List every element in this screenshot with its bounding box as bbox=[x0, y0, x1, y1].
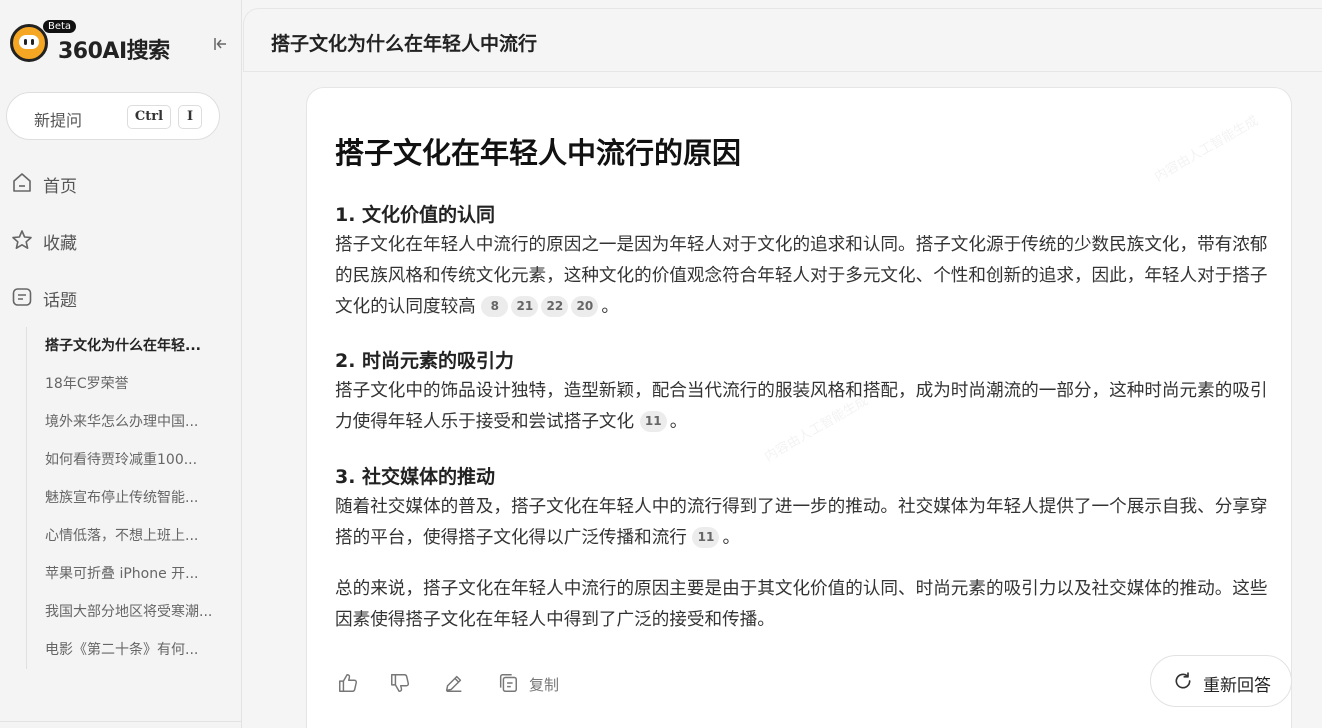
topic-item[interactable]: 电影《第二十条》有何... bbox=[27, 631, 220, 669]
topic-item[interactable]: 如何看待贾玲减重100... bbox=[27, 441, 220, 479]
citation-badge[interactable]: 8 bbox=[481, 296, 509, 317]
page-title: 搭子文化为什么在年轻人中流行 bbox=[271, 33, 538, 55]
collapse-sidebar-icon[interactable] bbox=[210, 36, 232, 58]
section-body: 搭子文化中的饰品设计独特，造型新颖，配合当代流行的服装风格和搭配，成为时尚潮流的… bbox=[335, 381, 1268, 432]
page-header: 搭子文化为什么在年轻人中流行 bbox=[243, 8, 1322, 72]
regenerate-button[interactable]: 重新回答 bbox=[1150, 655, 1292, 707]
topic-item[interactable]: 境外来华怎么办理中国... bbox=[27, 403, 220, 441]
answer-card: 内容由人工智能生成 内容由人工智能生成 搭子文化在年轻人中流行的原因 1. 文化… bbox=[306, 87, 1292, 728]
end-mark: 。 bbox=[722, 528, 741, 548]
answer-section: 2. 时尚元素的吸引力 搭子文化中的饰品设计独特，造型新颖，配合当代流行的服装风… bbox=[335, 346, 1285, 438]
end-mark: 。 bbox=[669, 412, 688, 432]
edit-icon bbox=[445, 675, 462, 692]
section-text: 搭子文化中的饰品设计独特，造型新颖，配合当代流行的服装风格和搭配，成为时尚潮流的… bbox=[335, 376, 1285, 438]
nav-item-topics[interactable]: 话题 bbox=[10, 282, 230, 312]
like-button[interactable] bbox=[337, 668, 359, 698]
sidebar: Beta 360AI搜索 新提问 Ctrl I 首页 收藏 话题 搭子文化为什么… bbox=[0, 0, 242, 728]
topic-item[interactable]: 苹果可折叠 iPhone 开... bbox=[27, 555, 220, 593]
topic-item[interactable]: 我国大部分地区将受寒潮... bbox=[27, 593, 220, 631]
answer-section: 1. 文化价值的认同 搭子文化在年轻人中流行的原因之一是因为年轻人对于文化的追求… bbox=[335, 200, 1285, 323]
refresh-icon bbox=[1175, 672, 1191, 689]
app-window: Beta 360AI搜索 新提问 Ctrl I 首页 收藏 话题 搭子文化为什么… bbox=[0, 0, 1322, 728]
copy-label: 复制 bbox=[529, 676, 560, 694]
copy-icon bbox=[499, 674, 517, 692]
dislike-button[interactable] bbox=[389, 668, 411, 698]
topic-icon bbox=[12, 288, 32, 306]
edit-button[interactable] bbox=[443, 668, 465, 698]
section-text: 随着社交媒体的普及，搭子文化在年轻人中的流行得到了进一步的推动。社交媒体为年轻人… bbox=[335, 492, 1285, 554]
section-heading: 3. 社交媒体的推动 bbox=[335, 466, 496, 488]
shortcut-i-key: I bbox=[178, 105, 202, 129]
brand[interactable]: Beta 360AI搜索 bbox=[10, 20, 240, 70]
copy-button[interactable]: 复制 bbox=[497, 668, 559, 698]
thumbs-up-icon bbox=[339, 674, 358, 692]
topic-list: 搭子文化为什么在年轻... 18年C罗荣誉 境外来华怎么办理中国... 如何看待… bbox=[26, 327, 220, 669]
logo-icon bbox=[10, 24, 48, 62]
brand-name: 360AI搜索 bbox=[58, 39, 170, 64]
new-question-label: 新提问 bbox=[34, 111, 83, 130]
citation-badge[interactable]: 21 bbox=[511, 296, 539, 317]
watermark: 内容由人工智能生成 bbox=[1152, 113, 1261, 185]
answer-summary: 总的来说，搭子文化在年轻人中流行的原因主要是由于其文化价值的认同、时尚元素的吸引… bbox=[335, 579, 1268, 630]
section-heading: 1. 文化价值的认同 bbox=[335, 204, 496, 226]
nav-item-favorites[interactable]: 收藏 bbox=[10, 225, 230, 255]
sidebar-divider bbox=[0, 721, 242, 722]
beta-badge: Beta bbox=[43, 20, 77, 33]
citation-badge[interactable]: 20 bbox=[571, 296, 599, 317]
regenerate-label: 重新回答 bbox=[1203, 676, 1271, 696]
thumbs-down-icon bbox=[391, 674, 410, 692]
topic-item[interactable]: 心情低落，不想上班上... bbox=[27, 517, 220, 555]
citation-badge[interactable]: 11 bbox=[639, 411, 667, 432]
new-question-button[interactable]: 新提问 Ctrl I bbox=[6, 92, 220, 140]
star-icon bbox=[12, 230, 32, 249]
topic-item[interactable]: 魅族宣布停止传统智能... bbox=[27, 479, 220, 517]
answer-actions: 复制 bbox=[335, 668, 635, 700]
home-icon bbox=[13, 173, 31, 192]
shortcut-ctrl-key: Ctrl bbox=[127, 105, 171, 129]
topic-item[interactable]: 18年C罗荣誉 bbox=[27, 365, 220, 403]
answer-title: 搭子文化在年轻人中流行的原因 bbox=[335, 136, 742, 170]
section-body: 随着社交媒体的普及，搭子文化在年轻人中的流行得到了进一步的推动。社交媒体为年轻人… bbox=[335, 497, 1268, 548]
nav-label-favorites: 收藏 bbox=[43, 234, 77, 254]
answer-section: 3. 社交媒体的推动 随着社交媒体的普及，搭子文化在年轻人中的流行得到了进一步的… bbox=[335, 462, 1285, 554]
nav-item-home[interactable]: 首页 bbox=[10, 168, 230, 198]
citation-badge[interactable]: 22 bbox=[541, 296, 569, 317]
section-body: 搭子文化在年轻人中流行的原因之一是因为年轻人对于文化的追求和认同。搭子文化源于传… bbox=[335, 235, 1268, 317]
section-text: 搭子文化在年轻人中流行的原因之一是因为年轻人对于文化的追求和认同。搭子文化源于传… bbox=[335, 230, 1285, 323]
nav-label-home: 首页 bbox=[43, 177, 77, 197]
nav-label-topics: 话题 bbox=[43, 291, 77, 311]
end-mark: 。 bbox=[601, 297, 619, 317]
section-heading: 2. 时尚元素的吸引力 bbox=[335, 350, 515, 372]
citation-badge[interactable]: 11 bbox=[692, 527, 720, 548]
topic-item-active[interactable]: 搭子文化为什么在年轻... bbox=[27, 327, 220, 365]
